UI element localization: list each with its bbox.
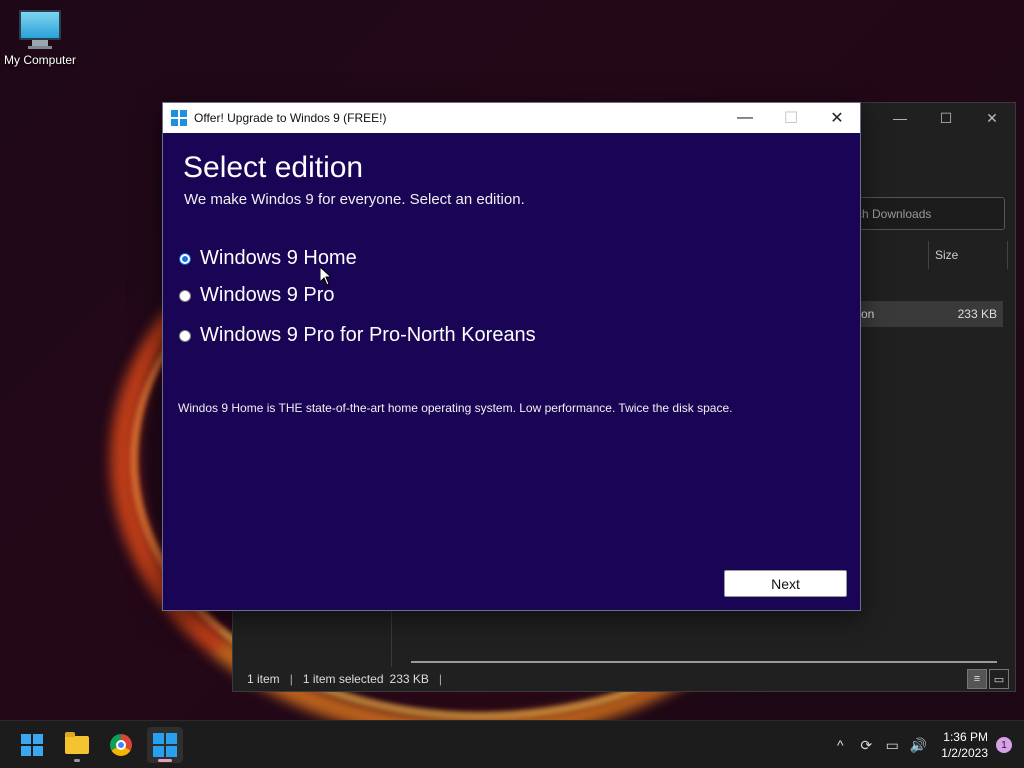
maximize-button: ☐ — [783, 110, 799, 127]
taskbar-upgrade-app[interactable] — [147, 727, 183, 763]
clock[interactable]: 1:36 PM 1/2/2023 — [941, 729, 988, 761]
taskbar-file-explorer[interactable] — [59, 727, 95, 763]
desktop-icon-my-computer[interactable]: My Computer — [2, 10, 78, 67]
windows-logo-icon — [153, 733, 177, 757]
chrome-icon — [110, 734, 132, 756]
page-subtitle: We make Windos 9 for everyone. Select an… — [184, 191, 525, 208]
status-separator: | — [289, 672, 293, 686]
edition-option-label: Windows 9 Pro — [200, 284, 335, 306]
radio-pro-nk[interactable] — [179, 329, 191, 342]
next-button[interactable]: Next — [724, 570, 847, 597]
page-title: Select edition — [183, 151, 364, 184]
explorer-close-button[interactable]: ✕ — [969, 103, 1015, 133]
edition-option-label: Windows 9 Home — [200, 247, 357, 269]
windows-logo-icon — [171, 110, 187, 126]
status-separator: | — [438, 672, 443, 686]
system-tray: ^ ⟳ ▭ 🔊 1:36 PM 1/2/2023 1 — [827, 721, 1024, 768]
explorer-search-input[interactable]: rch Downloads — [843, 197, 1005, 230]
windows-start-icon — [21, 734, 43, 756]
view-toggle: ≡ ▭ — [967, 669, 1009, 689]
close-button[interactable]: ✕ — [814, 103, 860, 133]
preview-view-icon[interactable]: ▭ — [989, 669, 1009, 689]
clock-date: 1/2/2023 — [941, 746, 988, 760]
taskbar-chrome[interactable] — [103, 727, 139, 763]
explorer-window-controls: — ☐ ✕ — [877, 103, 1015, 133]
upgrade-dialog: Offer! Upgrade to Windos 9 (FREE!) — ☐ ✕… — [162, 102, 861, 611]
radio-pro[interactable] — [179, 289, 191, 302]
sync-icon[interactable]: ⟳ — [853, 721, 879, 768]
radio-home[interactable] — [179, 252, 191, 265]
computer-icon — [2, 10, 78, 49]
folder-icon — [65, 732, 89, 754]
running-indicator — [74, 759, 80, 762]
explorer-status-bar: 1 item | 1 item selected 233 KB | ≡ ▭ — [233, 667, 1015, 691]
clock-time: 1:36 PM — [943, 730, 988, 744]
volume-icon[interactable]: 🔊 — [905, 721, 931, 768]
dialog-titlebar[interactable]: Offer! Upgrade to Windos 9 (FREE!) — ☐ ✕ — [163, 103, 860, 133]
start-button[interactable] — [14, 727, 50, 763]
nav-pane-divider[interactable] — [391, 611, 392, 671]
notification-badge[interactable]: 1 — [996, 737, 1012, 753]
network-icon[interactable]: ▭ — [879, 721, 905, 768]
active-indicator — [158, 759, 172, 762]
status-item-count: 1 item — [247, 672, 280, 686]
dialog-body: Select edition We make Windos 9 for ever… — [163, 133, 860, 611]
edition-option-label: Windows 9 Pro for Pro-North Koreans — [200, 324, 536, 346]
desktop-icon-label: My Computer — [3, 53, 77, 67]
status-selected: 1 item selected — [302, 672, 384, 686]
edition-description: Windos 9 Home is THE state-of-the-art ho… — [178, 401, 733, 415]
explorer-minimize-button[interactable]: — — [877, 103, 923, 133]
file-row[interactable]: on 233 KB — [853, 301, 1003, 327]
status-selected-size: 233 KB — [389, 672, 429, 686]
mouse-cursor-icon — [320, 267, 332, 286]
column-header-size[interactable]: Size — [928, 241, 1008, 269]
explorer-maximize-button[interactable]: ☐ — [923, 103, 969, 133]
dialog-title: Offer! Upgrade to Windos 9 (FREE!) — [194, 111, 387, 125]
show-hidden-icons-chevron-icon[interactable]: ^ — [827, 721, 853, 768]
file-row-size: 233 KB — [957, 307, 997, 321]
details-view-icon[interactable]: ≡ — [967, 669, 987, 689]
taskbar: ^ ⟳ ▭ 🔊 1:36 PM 1/2/2023 1 — [0, 720, 1024, 768]
horizontal-scrollbar[interactable] — [411, 661, 997, 663]
dialog-window-controls: — ☐ ✕ — [722, 103, 860, 133]
file-row-name: on — [861, 307, 875, 321]
edition-option-pro[interactable]: Windows 9 Pro — [179, 284, 335, 307]
minimize-button[interactable]: — — [722, 103, 768, 133]
edition-option-pro-nk[interactable]: Windows 9 Pro for Pro-North Koreans — [179, 324, 536, 347]
